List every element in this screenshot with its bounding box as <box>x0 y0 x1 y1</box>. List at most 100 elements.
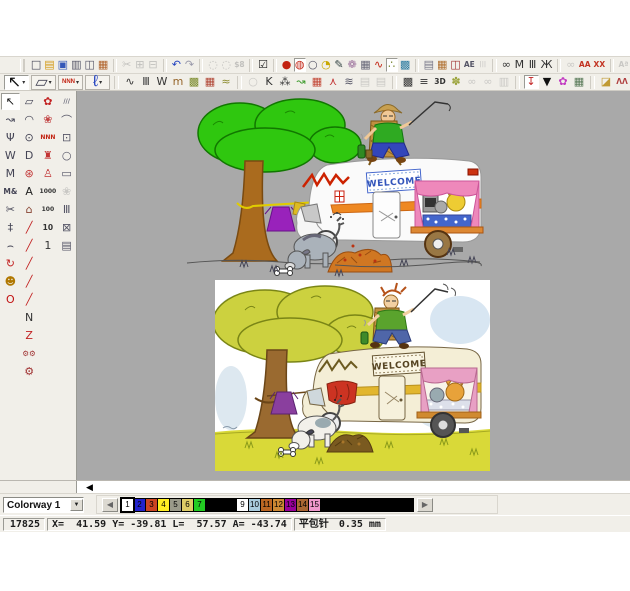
stitch-cost-button[interactable]: $8 <box>233 58 245 72</box>
fill-reserve-b-button[interactable]: ▤ <box>374 75 389 89</box>
palette-swatch-14[interactable]: 14 <box>297 499 308 511</box>
select-tool[interactable]: ↖ <box>1 93 20 110</box>
run-a-tool[interactable]: ╱ <box>20 255 39 272</box>
outline-o-tool[interactable]: O <box>1 291 20 308</box>
palette-scroll-right-button[interactable]: ▶ <box>417 498 433 512</box>
print-button[interactable]: ▥ <box>70 58 82 72</box>
stitch-preview-design[interactable]: WELCOME <box>185 95 485 281</box>
tatami-fill-button[interactable]: ▩ <box>187 75 202 89</box>
palette-swatch-1[interactable]: 1 <box>122 499 133 511</box>
send-to-machine-button[interactable]: ◪ <box>599 75 614 89</box>
ellipse-digitize-tool[interactable]: ○ <box>57 147 76 164</box>
rectangle-digitize-tool[interactable]: ▭ <box>57 165 76 182</box>
open-curve-tool-dropdown[interactable]: ℓ▾ <box>85 75 110 90</box>
palette-swatch-6[interactable]: 6 <box>182 499 193 511</box>
palette-swatch-9[interactable]: 9 <box>237 499 248 511</box>
branch-tool-button[interactable]: ↝ <box>294 75 309 89</box>
split-object-button[interactable]: ◫ <box>449 58 461 72</box>
chevron-down-icon[interactable]: ▼ <box>70 499 83 511</box>
outline-run-button[interactable]: ○ <box>307 58 319 72</box>
toolbar-grip[interactable] <box>20 59 25 72</box>
open-button[interactable]: ▤ <box>43 58 55 72</box>
palette-swatch-12[interactable]: 12 <box>273 499 284 511</box>
rotate-stitch-tool[interactable]: ↻ <box>1 255 20 272</box>
palette-swatch-13[interactable]: 13 <box>285 499 296 511</box>
e-stitch-button[interactable]: W <box>155 75 170 89</box>
hole-tool-button[interactable]: ○ <box>246 75 261 89</box>
mirror-pair-button[interactable]: AA <box>578 58 592 72</box>
reshape-tool-dropdown[interactable]: ▱▾ <box>31 75 56 90</box>
satin-stitch-button[interactable]: Ⅲ <box>139 75 154 89</box>
arc-digitize-tool[interactable]: ⌒ <box>57 111 76 128</box>
angle-run-tool[interactable]: ╱ <box>20 219 39 236</box>
palette-swatch-5[interactable]: 5 <box>170 499 181 511</box>
dotted-run-tool[interactable]: ╱ <box>20 237 39 254</box>
cut-button[interactable]: ✂ <box>121 58 133 72</box>
florentine-effect-button[interactable]: ✽ <box>449 75 464 89</box>
column-set-tool[interactable]: Ⅲ <box>57 201 76 218</box>
chain-stitch-button[interactable]: ∞ <box>500 58 512 72</box>
mascot-tool[interactable]: ☻ <box>1 273 20 290</box>
satin-border-button[interactable]: M <box>513 58 525 72</box>
link-b-button[interactable]: ∞ <box>481 75 496 89</box>
circle-run-tool[interactable]: ⊙ <box>20 129 39 146</box>
frame-select-tool[interactable]: ⊡ <box>57 129 76 146</box>
lettering-kerning-button[interactable]: AE <box>463 58 476 72</box>
n-sequence-tool[interactable]: N <box>20 309 39 326</box>
auto-apply-checkbox-button[interactable]: ☑ <box>257 58 269 72</box>
settings-small-tool[interactable]: ⚙⚙ <box>20 345 39 362</box>
group-link-button[interactable]: ∞ <box>565 58 577 72</box>
new-button[interactable]: □ <box>30 58 42 72</box>
select-next-button[interactable]: ◌ <box>220 58 232 72</box>
palette-swatch-4[interactable]: 4 <box>158 499 169 511</box>
weave-stitch-button[interactable]: Ж <box>540 58 554 72</box>
offset-tool[interactable]: ‡ <box>1 219 20 236</box>
triple-run-tool-dropdown[interactable]: NNN▾ <box>58 75 83 90</box>
select-tool-dropdown[interactable]: ↖▾ <box>4 75 29 90</box>
redo-button[interactable]: ↷ <box>183 58 195 72</box>
freehand-draw-button[interactable]: ✎ <box>333 58 345 72</box>
team-names-button[interactable]: ΛΛ <box>615 75 630 89</box>
fan-fill-tool[interactable]: ⌢ <box>1 237 20 254</box>
object-list-tool[interactable]: ▤ <box>57 237 76 254</box>
branch-digitize-tool[interactable]: Ψ <box>1 129 20 146</box>
palette-swatch-7[interactable]: 7 <box>194 499 205 511</box>
width-edit-tool[interactable]: W <box>1 147 20 164</box>
palette-swatch-2[interactable]: 2 <box>134 499 145 511</box>
color-wheel-tool[interactable]: ⊛ <box>20 165 39 182</box>
fill-solid-button[interactable]: ● <box>280 58 292 72</box>
run-c-tool[interactable]: ╱ <box>20 291 39 308</box>
ornament-tool[interactable]: ♜ <box>39 147 58 164</box>
caravan-motif-tool[interactable]: ⌂ <box>20 201 39 218</box>
flower-monogram-button[interactable]: ✿ <box>556 75 571 89</box>
density-bars-button[interactable]: ||| <box>477 58 489 72</box>
remove-bitmap-tool[interactable]: ⊠ <box>57 219 76 236</box>
palette-swatch-3[interactable]: 3 <box>146 499 157 511</box>
stitch-1-tool[interactable]: 1 <box>39 237 58 254</box>
palette-swatch-8[interactable]: 8 <box>206 499 236 511</box>
overview-window-button[interactable]: ▥ <box>497 75 512 89</box>
measure-tool[interactable]: M <box>1 165 20 182</box>
save-button[interactable]: ▣ <box>57 58 69 72</box>
motif-run-button[interactable]: ∿ <box>373 58 385 72</box>
stitch-10-tool[interactable]: 10 <box>39 219 58 236</box>
run-b-tool[interactable]: ╱ <box>20 273 39 290</box>
link-a-button[interactable]: ∞ <box>465 75 480 89</box>
copy-button[interactable]: ⊞ <box>134 58 146 72</box>
fill-reserve-a-button[interactable]: ▤ <box>358 75 373 89</box>
palette-swatch-10[interactable]: 10 <box>249 499 260 511</box>
canvas-scroll-strip[interactable]: ◀ <box>0 480 630 493</box>
column-stitch-button[interactable]: Ⅲ <box>526 58 538 72</box>
stem-stitch-button[interactable]: m <box>171 75 186 89</box>
smudge-button[interactable]: ❁ <box>346 58 358 72</box>
zigzag-stitch-button[interactable]: ∿ <box>123 75 138 89</box>
freehand-select-tool[interactable]: ↝ <box>1 111 20 128</box>
three-d-effect-button[interactable]: 3D <box>433 75 448 89</box>
buttonhole-button[interactable]: ⋏ <box>326 75 341 89</box>
undo-button[interactable]: ↶ <box>170 58 182 72</box>
design-canvas[interactable]: WELCOME <box>77 91 630 480</box>
pattern-grid-button[interactable]: ▦ <box>359 58 371 72</box>
back-stitch-button[interactable]: K <box>262 75 277 89</box>
travel-marker-button[interactable]: ▼ <box>540 75 555 89</box>
artwork-bitmap[interactable]: WELCOME <box>215 280 490 471</box>
